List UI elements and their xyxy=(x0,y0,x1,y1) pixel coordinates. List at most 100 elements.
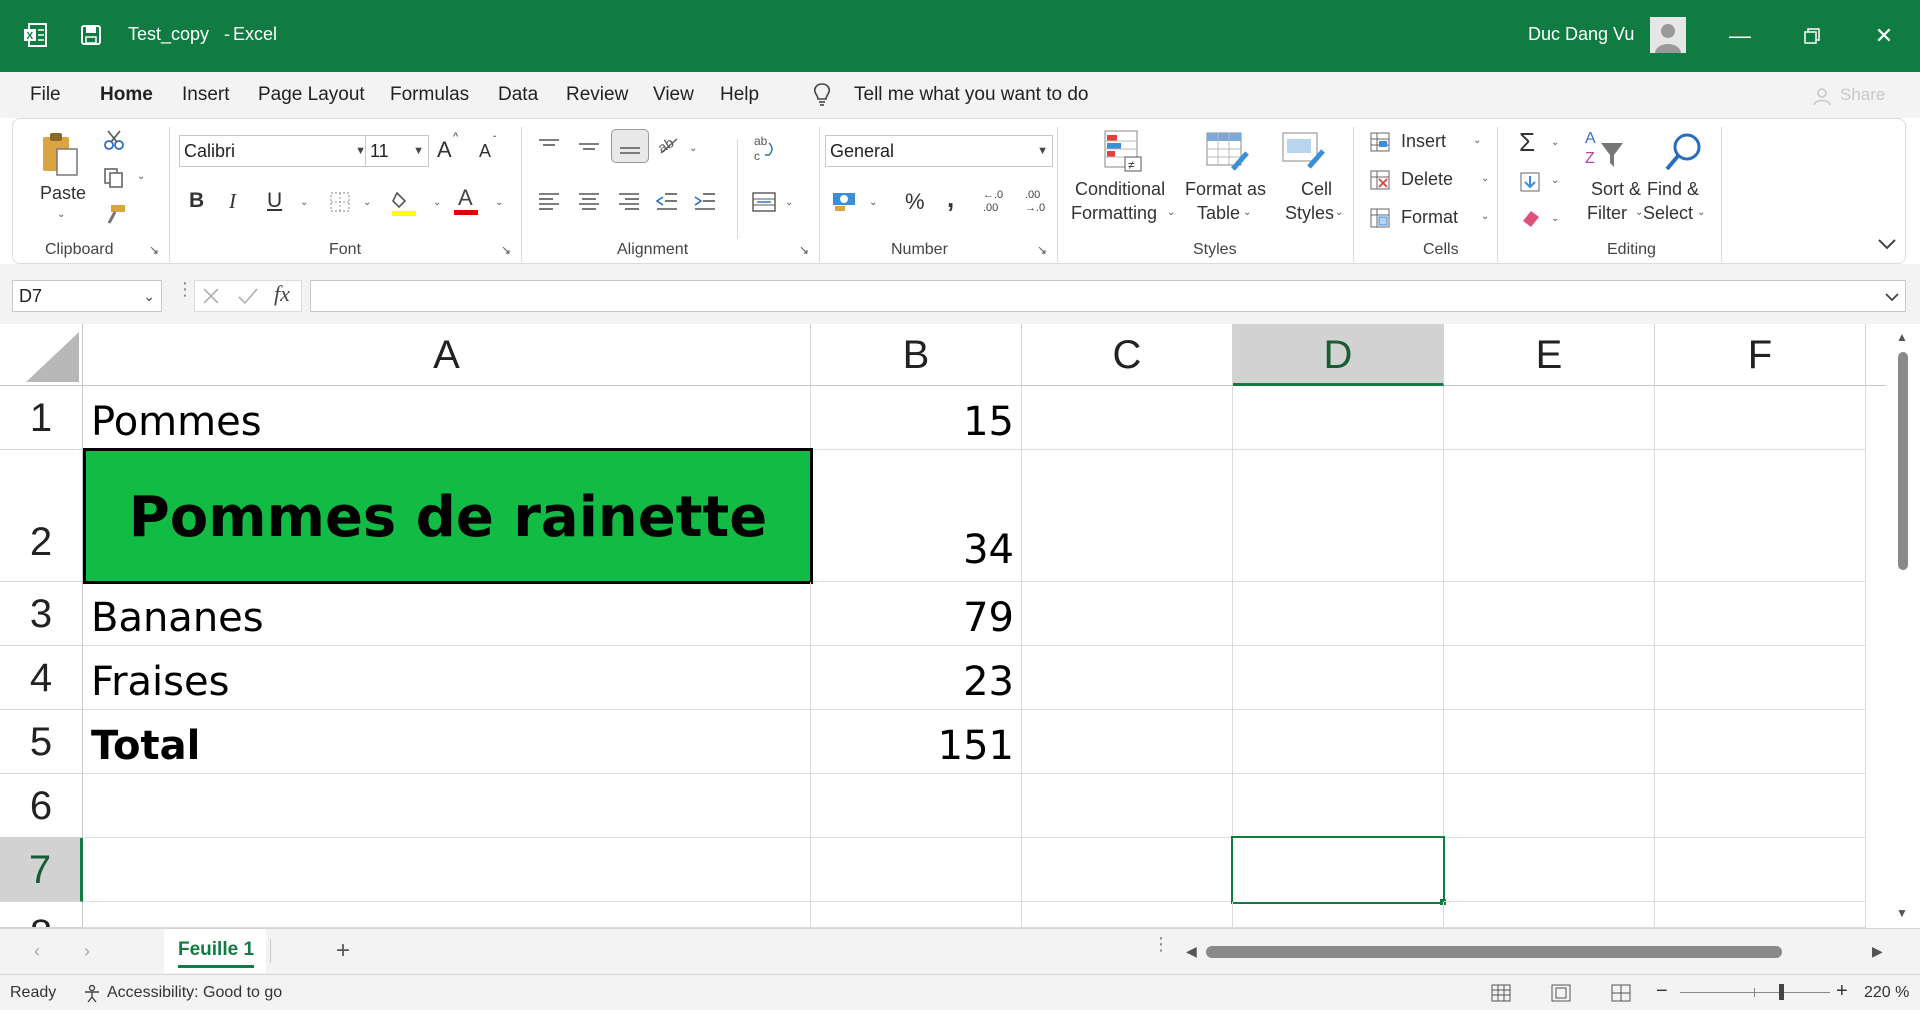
cell-b1[interactable]: 15 xyxy=(811,386,1022,450)
restore-icon[interactable] xyxy=(1792,16,1832,56)
add-sheet-button[interactable]: + xyxy=(336,937,350,965)
cell-f8[interactable] xyxy=(1655,902,1866,928)
column-header-b[interactable]: B xyxy=(811,324,1022,386)
cell-c4[interactable] xyxy=(1022,646,1233,710)
insert-cells-icon[interactable] xyxy=(1369,131,1391,158)
align-right-icon[interactable] xyxy=(617,191,641,218)
cell-a1[interactable]: Pommes xyxy=(83,386,811,450)
share-button[interactable]: Share xyxy=(1840,85,1885,105)
column-header-d[interactable]: D xyxy=(1233,324,1444,386)
column-header-c[interactable]: C xyxy=(1022,324,1233,386)
insert-function-button[interactable]: fx xyxy=(274,281,290,307)
cell-a7[interactable] xyxy=(83,838,811,902)
underline-button[interactable]: U xyxy=(267,189,282,213)
user-name[interactable]: Duc Dang Vu xyxy=(1528,24,1634,45)
cell-c1[interactable] xyxy=(1022,386,1233,450)
cell-b2[interactable]: 34 xyxy=(813,450,1022,582)
format-as-table-label-2[interactable]: Table xyxy=(1197,203,1240,224)
cell-e6[interactable] xyxy=(1444,774,1655,838)
borders-icon[interactable] xyxy=(329,191,351,218)
tell-me-search[interactable]: Tell me what you want to do xyxy=(854,84,1088,106)
cell-styles-label-2[interactable]: Styles xyxy=(1285,203,1334,224)
find-select-icon[interactable] xyxy=(1663,129,1707,178)
minimize-icon[interactable]: — xyxy=(1720,16,1760,56)
italic-button[interactable]: I xyxy=(229,189,236,214)
row-header-7[interactable]: 7 xyxy=(0,838,83,902)
cell-a4[interactable]: Fraises xyxy=(83,646,811,710)
copy-icon[interactable] xyxy=(103,167,125,194)
horizontal-scroll-thumb[interactable] xyxy=(1206,946,1782,958)
cell-d3[interactable] xyxy=(1233,582,1444,646)
scroll-up-icon[interactable]: ▲ xyxy=(1896,330,1908,344)
cell-a8[interactable] xyxy=(83,902,811,928)
lightbulb-icon[interactable] xyxy=(812,82,832,113)
sort-filter-icon[interactable]: AZ xyxy=(1583,127,1627,178)
menu-file[interactable]: File xyxy=(30,84,61,106)
row-header-1[interactable]: 1 xyxy=(0,386,83,450)
format-painter-icon[interactable] xyxy=(103,203,127,230)
paste-button[interactable]: Paste xyxy=(40,183,86,204)
cell-e2[interactable] xyxy=(1444,450,1655,582)
cell-d2[interactable] xyxy=(1233,450,1444,582)
sort-filter-label-2[interactable]: Filter xyxy=(1587,203,1627,224)
cell-e7[interactable] xyxy=(1444,838,1655,902)
cell-c2[interactable] xyxy=(1022,450,1233,582)
insert-cells-button[interactable]: Insert xyxy=(1401,131,1446,152)
cell-c3[interactable] xyxy=(1022,582,1233,646)
name-box[interactable]: D7 ⌄ xyxy=(12,280,162,312)
scroll-left-icon[interactable]: ◀ xyxy=(1186,943,1197,960)
wrap-text-icon[interactable]: ab c xyxy=(751,133,777,168)
avatar[interactable] xyxy=(1650,17,1686,53)
cancel-entry-icon[interactable] xyxy=(200,285,222,312)
clear-eraser-icon[interactable] xyxy=(1519,207,1543,234)
sort-filter-label-1[interactable]: Sort & xyxy=(1591,179,1641,200)
cell-e3[interactable] xyxy=(1444,582,1655,646)
cell-f5[interactable] xyxy=(1655,710,1866,774)
cell-styles-label-1[interactable]: Cell xyxy=(1301,179,1332,200)
cell-f1[interactable] xyxy=(1655,386,1866,450)
row-header-8[interactable]: 8 xyxy=(0,902,83,928)
scroll-right-icon[interactable]: ▶ xyxy=(1872,943,1883,960)
tabs-splitter-grip[interactable]: ⋮ xyxy=(1152,935,1170,953)
percent-style-button[interactable]: % xyxy=(905,189,925,215)
cell-b4[interactable]: 23 xyxy=(811,646,1022,710)
close-icon[interactable]: ✕ xyxy=(1864,16,1904,56)
cell-styles-icon[interactable] xyxy=(1281,131,1327,178)
comma-style-button[interactable]: , xyxy=(947,183,954,214)
menu-view[interactable]: View xyxy=(653,84,694,106)
font-size-select[interactable]: 11 ▼ xyxy=(365,135,429,167)
zoom-slider-thumb[interactable] xyxy=(1779,984,1784,1000)
row-header-4[interactable]: 4 xyxy=(0,646,83,710)
fill-color-icon[interactable] xyxy=(391,187,417,222)
merge-center-icon[interactable] xyxy=(751,191,777,218)
accessibility-icon[interactable] xyxy=(82,983,102,1008)
cell-b6[interactable] xyxy=(811,774,1022,838)
next-sheet-icon[interactable]: › xyxy=(84,941,90,962)
zoom-level[interactable]: 220 % xyxy=(1864,984,1909,1002)
accounting-format-icon[interactable] xyxy=(831,189,859,218)
fill-down-icon[interactable] xyxy=(1519,171,1541,198)
zoom-slider[interactable] xyxy=(1680,992,1830,993)
prev-sheet-icon[interactable]: ‹ xyxy=(34,941,40,962)
cell-c6[interactable] xyxy=(1022,774,1233,838)
cell-f4[interactable] xyxy=(1655,646,1866,710)
cell-f7[interactable] xyxy=(1655,838,1866,902)
menu-page-layout[interactable]: Page Layout xyxy=(258,84,365,106)
format-as-table-label-1[interactable]: Format as xyxy=(1185,179,1266,200)
grow-font-button[interactable]: A xyxy=(437,137,452,163)
cut-icon[interactable] xyxy=(103,129,125,156)
shrink-font-button[interactable]: A xyxy=(479,141,491,162)
active-cell-d7[interactable] xyxy=(1231,836,1445,904)
align-top-icon[interactable] xyxy=(537,137,561,162)
find-select-label-1[interactable]: Find & xyxy=(1647,179,1699,200)
cell-a6[interactable] xyxy=(83,774,811,838)
cell-b7[interactable] xyxy=(811,838,1022,902)
cell-e4[interactable] xyxy=(1444,646,1655,710)
cell-e1[interactable] xyxy=(1444,386,1655,450)
menu-formulas[interactable]: Formulas xyxy=(390,84,469,106)
vertical-scroll-thumb[interactable] xyxy=(1898,352,1908,570)
cell-b3[interactable]: 79 xyxy=(811,582,1022,646)
menu-insert[interactable]: Insert xyxy=(182,84,230,106)
page-layout-view-icon[interactable] xyxy=(1550,983,1572,1008)
row-header-6[interactable]: 6 xyxy=(0,774,83,838)
